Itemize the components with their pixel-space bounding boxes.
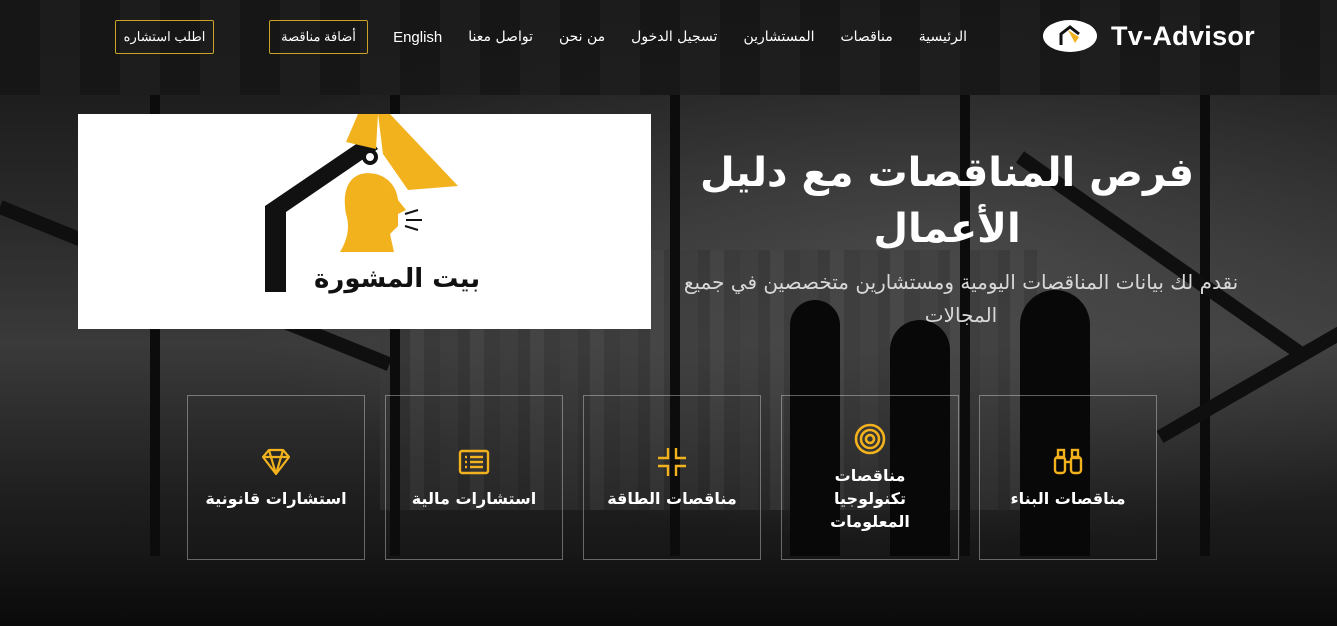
- main-nav: الرئيسية مناقصات المستشارين تسجيل الدخول…: [380, 29, 980, 46]
- site-header: Tv-Advisor الرئيسية مناقصات المستشارين ت…: [0, 0, 1337, 80]
- nav-language-english[interactable]: English: [380, 29, 455, 46]
- brand-logo-icon: [1042, 20, 1097, 52]
- brand[interactable]: Tv-Advisor: [1042, 20, 1255, 52]
- hero-subtitle: نقدم لك بيانات المناقصات اليومية ومستشار…: [683, 270, 1239, 327]
- nav-about[interactable]: من نحن: [546, 29, 618, 46]
- nav-contact[interactable]: تواصل معنا: [455, 29, 546, 46]
- service-label: استشارات قانونية: [205, 489, 347, 508]
- focus-corners-icon: [658, 448, 686, 476]
- request-consultation-button[interactable]: اطلب استشاره: [115, 20, 214, 54]
- hero-title: فرص المناقصات مع دليل الأعمال: [699, 149, 1195, 252]
- promo-image: بيت المشورة: [78, 114, 651, 329]
- service-label: مناقصات البناء: [1010, 489, 1126, 508]
- target-icon: [854, 423, 886, 455]
- nav-tenders[interactable]: مناقصات: [827, 29, 905, 46]
- service-label: مناقصات الطاقة: [607, 489, 737, 508]
- nav-consultants[interactable]: المستشارين: [730, 29, 827, 46]
- service-card-it[interactable]: مناقصات تكنولوجيا المعلومات: [781, 395, 959, 560]
- add-tender-button[interactable]: أضافة مناقصة: [269, 20, 368, 54]
- binoculars-icon: [1053, 448, 1083, 475]
- brand-name: Tv-Advisor: [1110, 20, 1255, 51]
- service-card-legal[interactable]: استشارات قانونية: [187, 395, 365, 560]
- nav-home[interactable]: الرئيسية: [906, 29, 980, 46]
- service-label: مناقصات تكنولوجيا المعلومات: [830, 466, 910, 531]
- service-card-construction[interactable]: مناقصات البناء: [979, 395, 1157, 560]
- promo-caption: بيت المشورة: [314, 264, 481, 294]
- service-card-financial[interactable]: استشارات مالية: [385, 395, 563, 560]
- list-icon: [458, 449, 490, 475]
- nav-login[interactable]: تسجيل الدخول: [618, 29, 730, 46]
- house-advisor-logo-icon: [265, 114, 458, 292]
- service-label: استشارات مالية: [411, 489, 537, 508]
- diamond-icon: [261, 448, 291, 476]
- service-card-energy[interactable]: مناقصات الطاقة: [583, 395, 761, 560]
